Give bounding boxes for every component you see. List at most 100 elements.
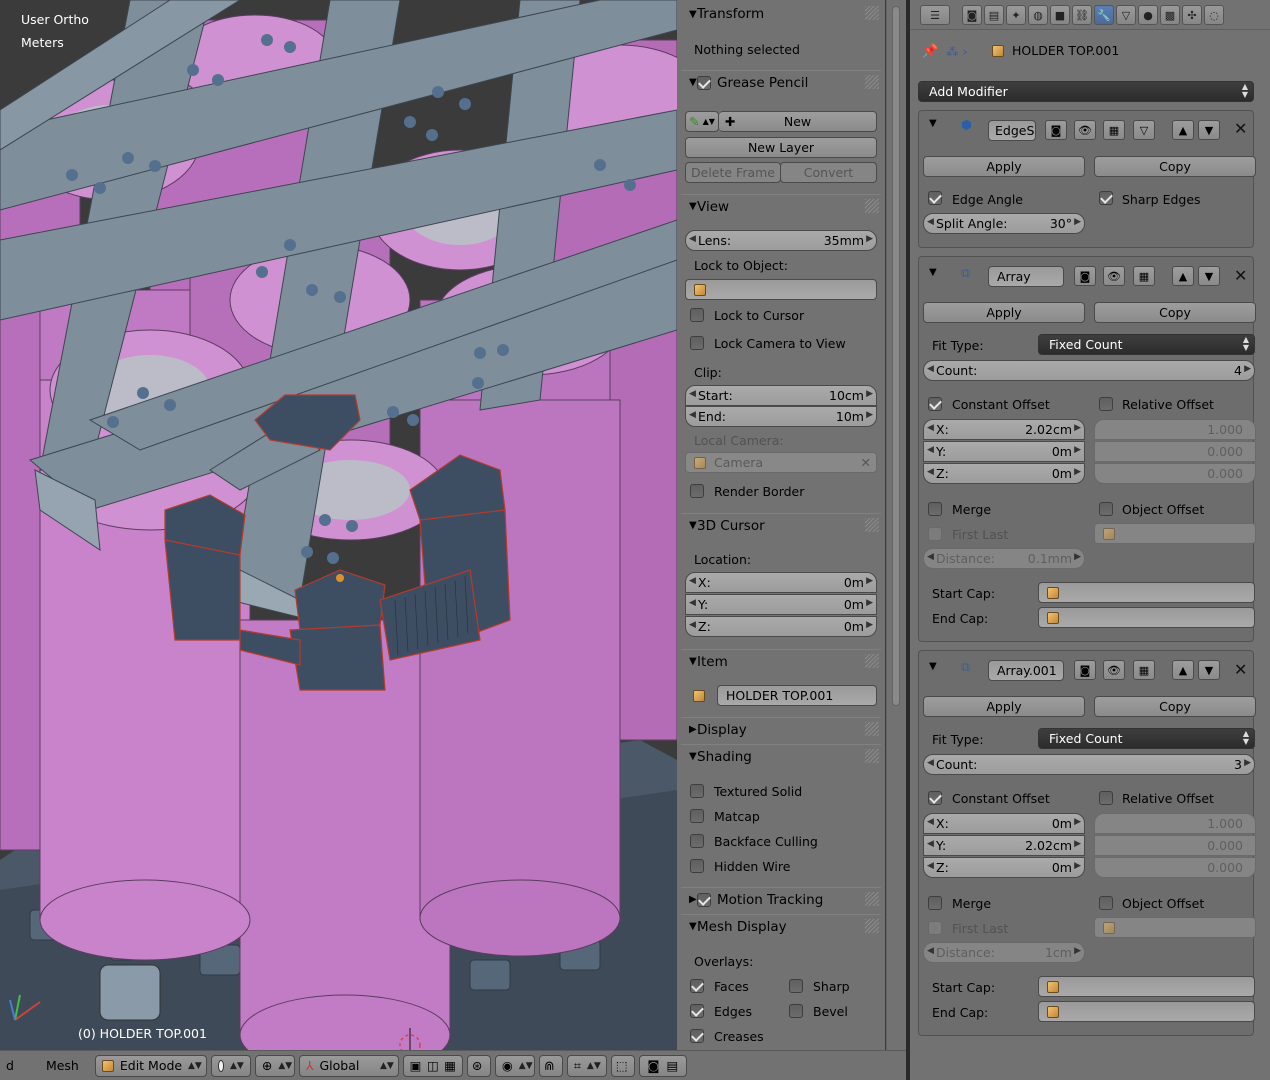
constant-offset-checkbox[interactable]: [928, 791, 942, 805]
remove-modifier-icon[interactable]: ✕: [1234, 660, 1247, 679]
move-up-icon[interactable]: ▲: [1172, 266, 1194, 286]
decrement-arrow-icon[interactable]: ◀: [689, 234, 696, 244]
edge-angle-checkbox[interactable]: [928, 191, 942, 205]
select-mode-group[interactable]: ▣ ◫ ▦: [402, 1054, 463, 1077]
face-select-icon[interactable]: ▦: [444, 1058, 456, 1073]
offset-object-field[interactable]: [1094, 917, 1256, 938]
offset-object-field[interactable]: [1094, 523, 1256, 544]
new-layer-button[interactable]: New Layer: [685, 137, 877, 158]
move-up-icon[interactable]: ▲: [1172, 120, 1194, 140]
increment-arrow-icon[interactable]: ▶: [1074, 946, 1081, 956]
world-tab-icon[interactable]: ◍: [1028, 5, 1048, 25]
drag-grip-icon[interactable]: [865, 749, 879, 763]
cursor-x-field[interactable]: ◀ X: 0m ▶: [685, 572, 877, 593]
relative-z-field[interactable]: 0.000: [1094, 463, 1256, 484]
particles-tab-icon[interactable]: ✣: [1182, 5, 1202, 25]
collapse-icon[interactable]: ▼: [929, 118, 937, 129]
snap-toggle[interactable]: ⋒: [538, 1054, 563, 1077]
constant-offset-checkbox[interactable]: [928, 397, 942, 411]
local-camera-field[interactable]: Camera ✕: [685, 452, 877, 473]
constant-x-field[interactable]: ◀ X: 2.02cm ▶: [923, 419, 1085, 440]
orientation-select[interactable]: ⅄ Global ▲▼: [298, 1054, 399, 1077]
decrement-arrow-icon[interactable]: ◀: [927, 217, 934, 227]
pencil-data-select[interactable]: ✎ ▲▼: [685, 111, 719, 132]
panel-shading-header[interactable]: ▼ Shading: [681, 744, 881, 768]
opengl-render-button[interactable]: ⬚: [610, 1054, 635, 1077]
merge-distance-field[interactable]: ◀ Distance: 0.1mm ▶: [923, 548, 1085, 569]
drag-grip-icon[interactable]: [865, 6, 879, 20]
count-field[interactable]: ◀ Count: 4 ▶: [923, 360, 1255, 381]
modifiers-tab-icon[interactable]: 🔧: [1094, 5, 1114, 25]
increment-arrow-icon[interactable]: ▶: [866, 389, 873, 399]
scrollbar-thumb[interactable]: [892, 6, 900, 706]
constant-z-field[interactable]: ◀ Z: 0m ▶: [923, 463, 1085, 484]
merge-checkbox[interactable]: [928, 502, 942, 516]
grease-pencil-toggle[interactable]: [697, 75, 711, 90]
apply-button[interactable]: Apply: [923, 302, 1085, 323]
lock-camera-checkbox[interactable]: [690, 336, 704, 350]
drag-grip-icon[interactable]: [865, 919, 879, 933]
split-angle-field[interactable]: ◀ Split Angle: 30° ▶: [923, 213, 1085, 234]
decrement-arrow-icon[interactable]: ◀: [689, 389, 696, 399]
increment-arrow-icon[interactable]: ▶: [1074, 423, 1081, 433]
modifier-name-field[interactable]: Array.001: [988, 660, 1064, 681]
physics-tab-icon[interactable]: ◌: [1204, 5, 1224, 25]
relative-z-field[interactable]: 0.000: [1094, 857, 1256, 878]
render-toggle-icon[interactable]: ◙: [1045, 120, 1067, 140]
clip-start-field[interactable]: ◀ Start: 10cm ▶: [685, 385, 877, 406]
scene-tab-icon[interactable]: ✦: [1006, 5, 1026, 25]
render-border-checkbox[interactable]: [690, 484, 704, 498]
increment-arrow-icon[interactable]: ▶: [1074, 817, 1081, 827]
edge-select-icon[interactable]: ◫: [427, 1058, 439, 1073]
textured-solid-checkbox[interactable]: [690, 784, 704, 798]
add-modifier-menu[interactable]: Add Modifier ▲ ▼: [918, 81, 1254, 102]
panel-item-header[interactable]: ▼ Item: [681, 649, 881, 673]
apply-button[interactable]: Apply: [923, 156, 1085, 177]
count-field[interactable]: ◀ Count: 3 ▶: [923, 754, 1255, 775]
material-tab-icon[interactable]: ●: [1138, 5, 1158, 25]
snap-element-select[interactable]: ⌗ ▲▼: [566, 1054, 607, 1077]
relative-x-field[interactable]: 1.000: [1094, 813, 1256, 834]
editor-type-select[interactable]: ☰: [920, 5, 950, 25]
fit-type-select[interactable]: Fixed Count ▲ ▼: [1038, 728, 1255, 749]
clear-x-icon[interactable]: ✕: [861, 455, 871, 470]
decrement-arrow-icon[interactable]: ◀: [689, 576, 696, 586]
fit-type-select[interactable]: Fixed Count ▲ ▼: [1038, 334, 1255, 355]
object-offset-checkbox[interactable]: [1099, 502, 1113, 516]
render-toggle-icon[interactable]: ◙: [1074, 266, 1096, 286]
motion-tracking-toggle[interactable]: [697, 892, 711, 907]
constant-z-field[interactable]: ◀ Z: 0m ▶: [923, 857, 1085, 878]
mesh-menu[interactable]: Mesh: [40, 1058, 85, 1073]
creases-checkbox[interactable]: [690, 1029, 704, 1043]
relative-offset-checkbox[interactable]: [1099, 791, 1113, 805]
render-toggle-icon[interactable]: ◙: [1074, 660, 1096, 680]
cursor-z-field[interactable]: ◀ Z: 0m ▶: [685, 616, 877, 637]
matcap-checkbox[interactable]: [690, 809, 704, 823]
increment-arrow-icon[interactable]: ▶: [1074, 861, 1081, 871]
move-up-icon[interactable]: ▲: [1172, 660, 1194, 680]
edges-checkbox[interactable]: [690, 1004, 704, 1018]
panel-display-header[interactable]: ▶ Display: [681, 717, 881, 741]
increment-arrow-icon[interactable]: ▶: [1074, 839, 1081, 849]
collapse-icon[interactable]: ▼: [929, 267, 937, 278]
collapse-icon[interactable]: ▼: [929, 661, 937, 672]
increment-arrow-icon[interactable]: ▶: [1244, 364, 1251, 374]
lock-to-cursor-checkbox[interactable]: [690, 308, 704, 322]
increment-arrow-icon[interactable]: ▶: [866, 576, 873, 586]
cursor-y-field[interactable]: ◀ Y: 0m ▶: [685, 594, 877, 615]
delete-frame-button[interactable]: Delete Frame: [685, 162, 781, 183]
constant-y-field[interactable]: ◀ Y: 2.02cm ▶: [923, 835, 1085, 856]
sidebar-scrollbar[interactable]: [886, 0, 906, 1050]
move-down-icon[interactable]: ▼: [1198, 266, 1220, 286]
panel-mesh-display-header[interactable]: ▼ Mesh Display: [681, 914, 881, 938]
copy-button[interactable]: Copy: [1094, 302, 1256, 323]
drag-grip-icon[interactable]: [865, 722, 879, 736]
editmode-toggle-icon[interactable]: ▦: [1133, 266, 1155, 286]
object-offset-checkbox[interactable]: [1099, 896, 1113, 910]
render-tab-icon[interactable]: ◙: [962, 5, 982, 25]
move-down-icon[interactable]: ▼: [1198, 120, 1220, 140]
viewport-toggle-icon[interactable]: 👁: [1103, 660, 1125, 680]
remove-modifier-icon[interactable]: ✕: [1234, 119, 1247, 138]
backface-culling-checkbox[interactable]: [690, 834, 704, 848]
relative-y-field[interactable]: 0.000: [1094, 441, 1256, 462]
